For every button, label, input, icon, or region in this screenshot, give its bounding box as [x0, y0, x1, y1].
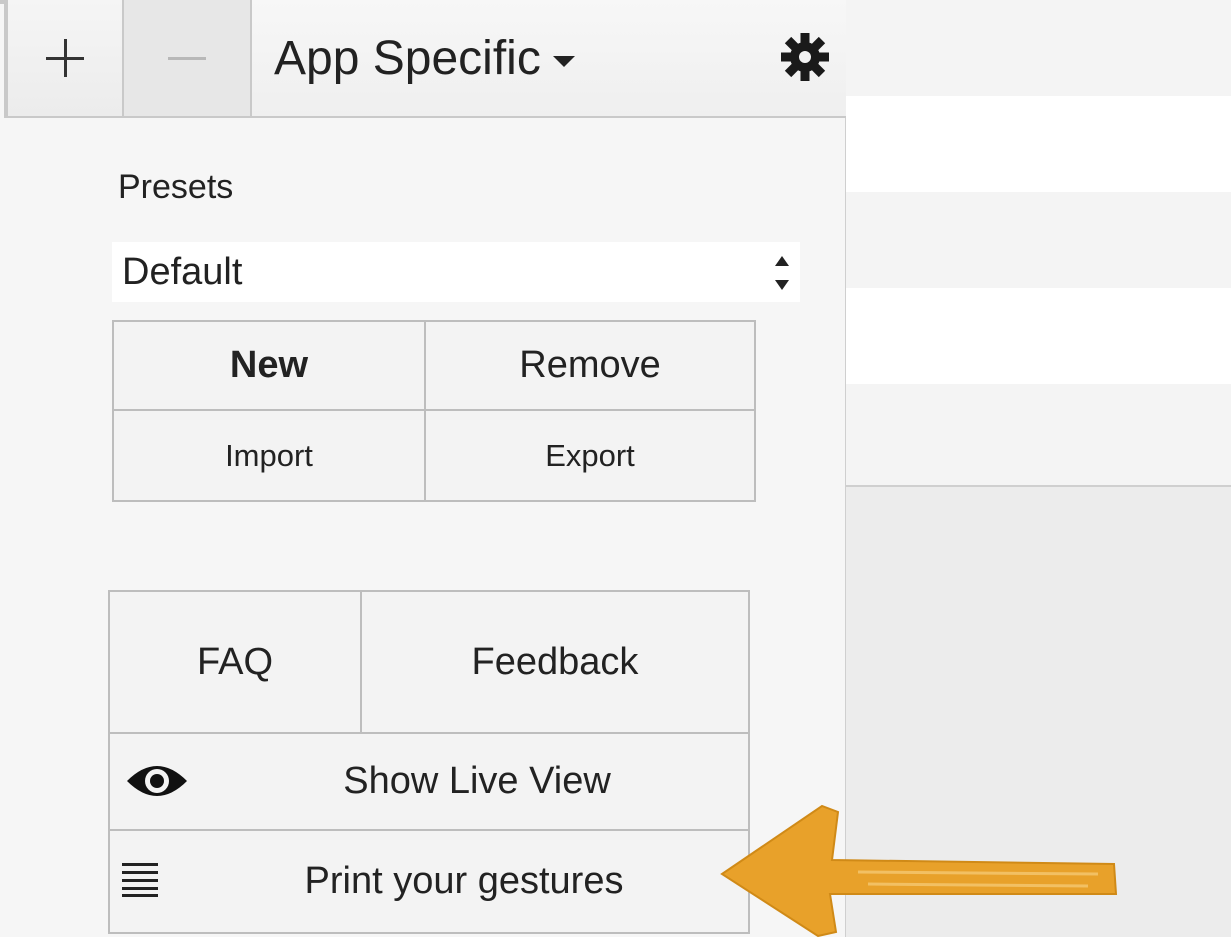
scope-dropdown[interactable]: App Specific [252, 0, 846, 118]
import-preset-button[interactable]: Import [114, 411, 424, 500]
preset-select[interactable]: Default [112, 242, 800, 302]
print-gestures-label: Print your gestures [304, 860, 624, 902]
preset-select-value: Default [122, 250, 243, 293]
minus-icon [168, 56, 206, 60]
presets-label: Presets [118, 168, 234, 206]
add-button[interactable] [4, 0, 124, 118]
gear-icon[interactable] [780, 32, 830, 82]
faq-button[interactable]: FAQ [110, 592, 360, 732]
feedback-button[interactable]: Feedback [362, 592, 748, 732]
plus-icon [46, 39, 84, 77]
list-item[interactable] [846, 0, 1231, 96]
list-item[interactable] [846, 192, 1231, 288]
help-buttons: FAQ Feedback Show Live View Print your g… [108, 590, 750, 934]
preset-buttons: New Remove Import Export [112, 320, 756, 502]
lines-icon [122, 863, 158, 897]
list-item[interactable] [846, 384, 1231, 485]
new-preset-button[interactable]: New [114, 322, 424, 409]
scope-dropdown-label: App Specific [274, 31, 541, 85]
annotation-arrow-icon [720, 804, 1118, 937]
gesture-list-panel [846, 0, 1231, 487]
print-gestures-button[interactable]: Print your gestures [110, 831, 748, 932]
show-live-view-button[interactable]: Show Live View [110, 734, 748, 829]
list-item[interactable] [846, 288, 1231, 384]
export-preset-button[interactable]: Export [426, 411, 754, 500]
select-stepper-icon [774, 256, 790, 290]
remove-preset-button[interactable]: Remove [426, 322, 754, 409]
list-item[interactable] [846, 96, 1231, 192]
chevron-down-icon [552, 55, 575, 67]
toolbar: App Specific [0, 0, 846, 118]
eye-icon [127, 766, 187, 796]
sidebar-panel: App Specific Presets Default New Remove … [0, 0, 846, 937]
remove-button[interactable] [122, 0, 252, 118]
show-live-view-label: Show Live View [343, 760, 611, 802]
